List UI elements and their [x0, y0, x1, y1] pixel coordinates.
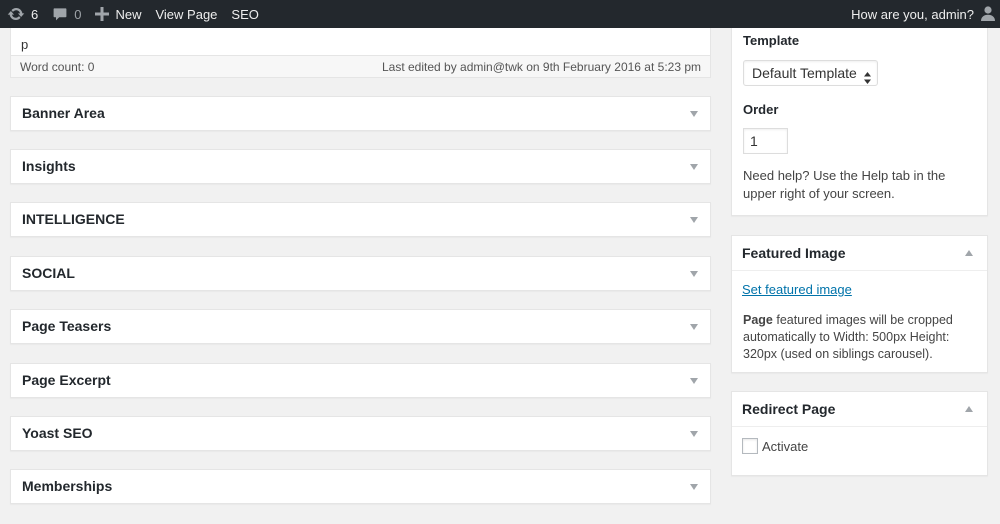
activate-label[interactable]: Activate: [762, 439, 808, 454]
metabox-banner-area[interactable]: Banner Area: [10, 96, 711, 131]
toggle-down-icon[interactable]: [690, 324, 698, 330]
seo-menu[interactable]: SEO: [224, 0, 265, 28]
toggle-up-icon[interactable]: [965, 406, 973, 412]
redirect-page-box: Redirect Page Activate: [731, 391, 988, 476]
template-label: Template: [743, 33, 800, 48]
metabox-insights[interactable]: Insights: [10, 149, 711, 184]
order-input[interactable]: 1: [743, 128, 788, 154]
last-edited: Last edited by admin@twk on 9th February…: [381, 59, 701, 74]
metabox-yoast-seo[interactable]: Yoast SEO: [10, 416, 711, 451]
metabox-title: Insights: [22, 158, 76, 174]
post-editor: p Word count: 0 Last edited by admin@twk…: [10, 28, 711, 78]
admin-bar: 6 0 New View Page SEO How are you, admin…: [0, 0, 1000, 28]
plus-icon: [95, 7, 110, 21]
metabox-title: Page Teasers: [22, 318, 112, 334]
comments-count: 0: [74, 6, 82, 22]
redirect-page-header[interactable]: Redirect Page: [732, 392, 987, 427]
user-avatar-icon[interactable]: [980, 5, 996, 24]
new-content-button[interactable]: New: [88, 0, 148, 28]
new-label: New: [115, 6, 142, 22]
activate-row: Activate: [742, 438, 808, 454]
metabox-title: Memberships: [22, 478, 113, 494]
template-select[interactable]: Default Template: [743, 60, 878, 86]
metabox-page-teasers[interactable]: Page Teasers: [10, 309, 711, 344]
note-bold: Page: [743, 313, 773, 327]
metabox-title: Yoast SEO: [22, 425, 93, 441]
set-featured-image-link[interactable]: Set featured image: [742, 282, 852, 297]
comments-icon: [52, 6, 68, 22]
updates-button[interactable]: 6: [0, 0, 45, 28]
word-count: Word count: 0: [20, 59, 95, 74]
template-selected-value: Default Template: [752, 65, 857, 81]
updates-icon: [7, 5, 25, 23]
toggle-down-icon[interactable]: [690, 271, 698, 277]
metabox-title: INTELLIGENCE: [22, 211, 125, 227]
metabox-title: SOCIAL: [22, 265, 75, 281]
featured-image-header[interactable]: Featured Image: [732, 236, 987, 271]
view-page-link[interactable]: View Page: [148, 0, 224, 28]
order-label: Order: [743, 102, 779, 117]
metabox-title: Page Excerpt: [22, 372, 111, 388]
note-text: featured images will be cropped automati…: [743, 313, 953, 361]
featured-image-box: Featured Image Set featured image Page f…: [731, 235, 988, 373]
select-arrows-icon: [864, 67, 871, 91]
help-text: Need help? Use the Help tab in the upper…: [743, 168, 946, 201]
toggle-down-icon[interactable]: [690, 431, 698, 437]
toggle-down-icon[interactable]: [690, 164, 698, 170]
metabox-memberships[interactable]: Memberships: [10, 469, 711, 504]
featured-image-note: Page featured images will be cropped aut…: [743, 312, 981, 363]
editor-content[interactable]: p: [11, 28, 710, 56]
page-attributes-box: Template Default Template Order 1 Need h…: [731, 28, 988, 216]
metabox-social[interactable]: SOCIAL: [10, 256, 711, 291]
toggle-down-icon[interactable]: [690, 378, 698, 384]
featured-image-title: Featured Image: [742, 245, 846, 261]
editor-status-bar: Word count: 0 Last edited by admin@twk o…: [11, 56, 710, 77]
metabox-title: Banner Area: [22, 105, 105, 121]
metabox-page-excerpt[interactable]: Page Excerpt: [10, 363, 711, 398]
toggle-up-icon[interactable]: [965, 250, 973, 256]
activate-checkbox[interactable]: [742, 438, 758, 454]
toggle-down-icon[interactable]: [690, 217, 698, 223]
redirect-page-title: Redirect Page: [742, 401, 836, 417]
metabox-intelligence[interactable]: INTELLIGENCE: [10, 202, 711, 237]
updates-count: 6: [31, 6, 39, 22]
toggle-down-icon[interactable]: [690, 484, 698, 490]
toggle-down-icon[interactable]: [690, 111, 698, 117]
comments-button[interactable]: 0: [45, 0, 88, 28]
account-greeting[interactable]: How are you, admin?: [851, 7, 980, 22]
